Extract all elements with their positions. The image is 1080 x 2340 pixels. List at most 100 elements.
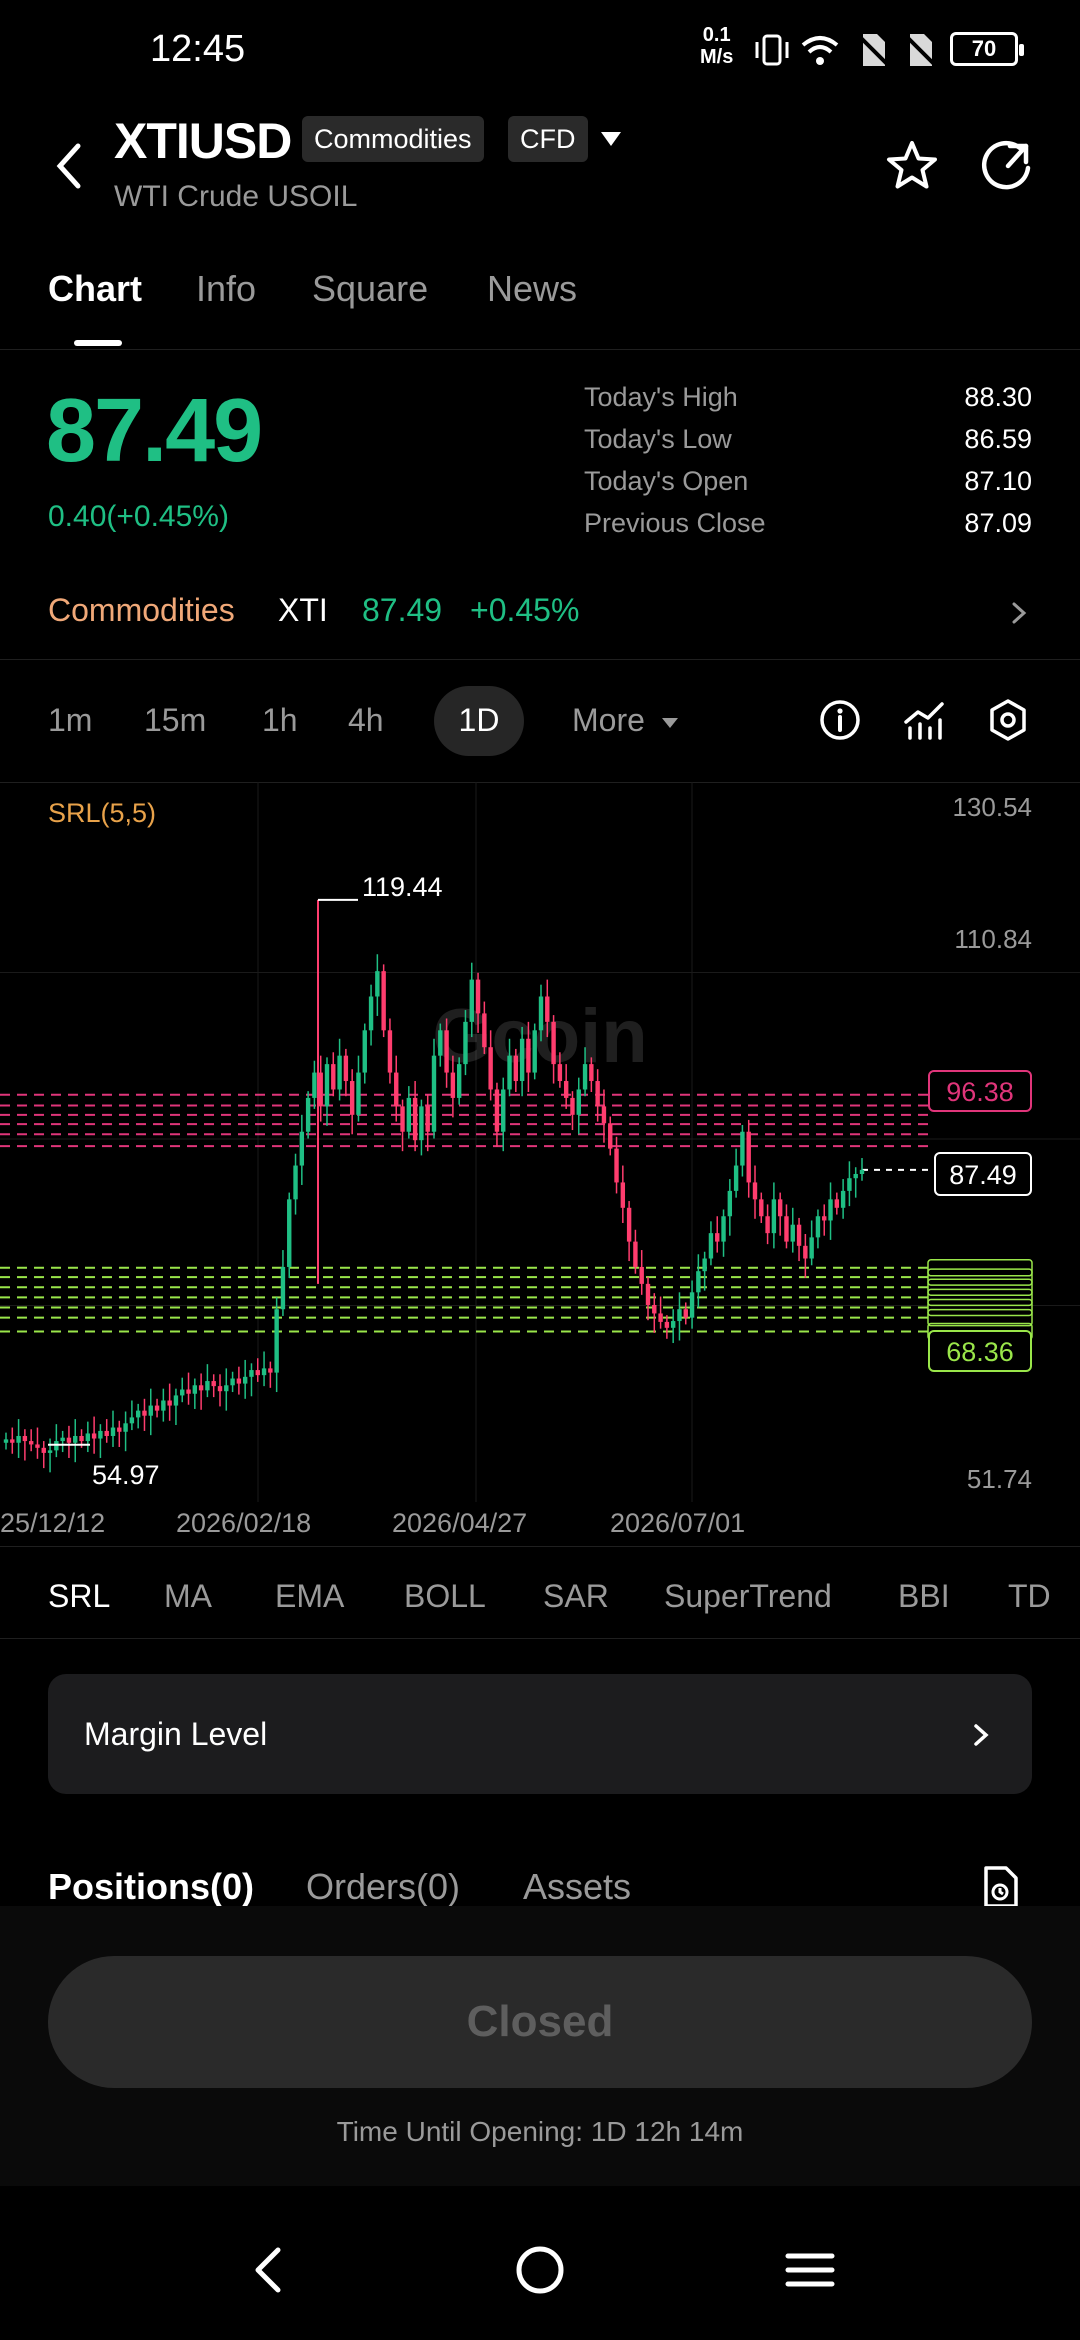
last-price: 87.49 [46, 381, 263, 481]
candle-body [406, 1097, 412, 1132]
candle-body [582, 1064, 588, 1090]
indicator-boll[interactable]: BOLL [404, 1578, 486, 1615]
candle-body [305, 1097, 311, 1132]
candle-body [54, 1441, 59, 1451]
tab-positions[interactable]: Positions(0) [48, 1866, 254, 1908]
candle-body [230, 1378, 235, 1386]
chevron-down-icon[interactable] [598, 128, 624, 150]
candle-body [173, 1395, 179, 1406]
candle-body [91, 1433, 97, 1439]
candle-body [633, 1241, 638, 1267]
settings-icon[interactable] [984, 696, 1032, 744]
candle-body [73, 1435, 78, 1443]
candle-body [576, 1089, 581, 1115]
stat-label-prev-close: Previous Close [584, 508, 766, 538]
timeframe-more-button[interactable]: More [572, 702, 680, 739]
candle-body [400, 1106, 405, 1132]
candle-body [658, 1313, 663, 1322]
candle-body [66, 1437, 72, 1443]
candle-body [211, 1381, 216, 1387]
star-icon[interactable] [884, 138, 940, 194]
candle-body [683, 1309, 688, 1318]
candle-body [412, 1097, 418, 1141]
indicator-icon[interactable] [900, 696, 948, 744]
candle-body [488, 1047, 493, 1090]
tab-orders[interactable]: Orders(0) [306, 1866, 460, 1908]
candle-body [104, 1430, 109, 1436]
candle-body [79, 1435, 84, 1442]
candle-body [589, 1064, 594, 1082]
indicator-td[interactable]: TD [1008, 1578, 1051, 1615]
stat-label-low: Today's Low [584, 424, 732, 454]
indicator-bbi[interactable]: BBI [898, 1578, 950, 1615]
candle-body [664, 1321, 670, 1328]
candle-body [318, 1072, 323, 1107]
support-badge: 68.36 [928, 1330, 1032, 1372]
timeframe-1m[interactable]: 1m [48, 702, 92, 739]
candle-body [708, 1233, 714, 1259]
history-document-icon[interactable] [978, 1864, 1024, 1910]
nav-back-icon[interactable] [240, 2240, 300, 2300]
candle-body [444, 1030, 449, 1073]
candlestick-chart[interactable]: Gcoin [0, 782, 1080, 1542]
nav-menu-icon[interactable] [780, 2240, 840, 2300]
tab-news[interactable]: News [487, 268, 577, 310]
back-button[interactable] [44, 136, 94, 196]
candle-body [255, 1370, 260, 1376]
candle-body [563, 1081, 569, 1098]
candle-body [469, 979, 474, 1022]
candle-body [280, 1266, 286, 1310]
candle-body [431, 1055, 437, 1132]
candle-body [557, 1064, 563, 1082]
candle-body [123, 1423, 128, 1432]
support-band [927, 1298, 1033, 1317]
timeframe-15m[interactable]: 15m [144, 702, 206, 739]
stat-value-prev-close: 87.09 [964, 508, 1032, 538]
nav-home-icon[interactable] [510, 2240, 570, 2300]
candle-body [154, 1405, 160, 1411]
indicator-supertrend[interactable]: SuperTrend [664, 1578, 832, 1615]
tab-info[interactable]: Info [196, 268, 256, 310]
candle-body [375, 971, 380, 997]
indicator-srl[interactable]: SRL [48, 1578, 110, 1615]
ticker-symbol: XTI [278, 592, 328, 628]
resistance-badge: 96.38 [928, 1070, 1032, 1112]
candle-body [626, 1207, 632, 1242]
candle-body [765, 1216, 770, 1234]
indicator-label: SRL(5,5) [48, 798, 157, 828]
status-time: 12:45 [150, 28, 246, 70]
candle-body [759, 1199, 764, 1217]
wifi-icon [801, 36, 839, 65]
candle-body [22, 1435, 28, 1442]
divider [0, 1638, 1080, 1639]
market-closed-button[interactable]: Closed [48, 1956, 1032, 2088]
candle-body [815, 1216, 821, 1238]
candle-body [167, 1400, 172, 1406]
tab-chart[interactable]: Chart [48, 268, 142, 310]
timeframe-1d[interactable]: 1D [434, 702, 524, 739]
candle-body [501, 1089, 506, 1132]
share-icon[interactable] [980, 138, 1036, 194]
x-tick: 2026/02/18 [176, 1508, 312, 1538]
candle-body [538, 996, 544, 1031]
candle-body [828, 1199, 833, 1221]
candle-body [803, 1245, 808, 1259]
tab-assets[interactable]: Assets [523, 1866, 631, 1908]
candle-body [670, 1321, 676, 1328]
candle-body [242, 1376, 248, 1384]
tab-square[interactable]: Square [312, 268, 428, 310]
candle-body [513, 1055, 519, 1082]
indicator-sar[interactable]: SAR [543, 1578, 609, 1615]
candle-body [746, 1131, 751, 1183]
candle-body [796, 1224, 802, 1246]
candle-body [733, 1165, 739, 1191]
info-icon[interactable] [816, 696, 864, 744]
timeframe-1h[interactable]: 1h [262, 702, 298, 739]
indicator-ma[interactable]: MA [164, 1578, 212, 1615]
candle-body [135, 1410, 141, 1418]
instrument-type-tag: CFD [508, 116, 588, 162]
candle-body [652, 1304, 657, 1314]
candle-body [551, 1021, 556, 1065]
timeframe-4h[interactable]: 4h [348, 702, 384, 739]
indicator-ema[interactable]: EMA [275, 1578, 344, 1615]
